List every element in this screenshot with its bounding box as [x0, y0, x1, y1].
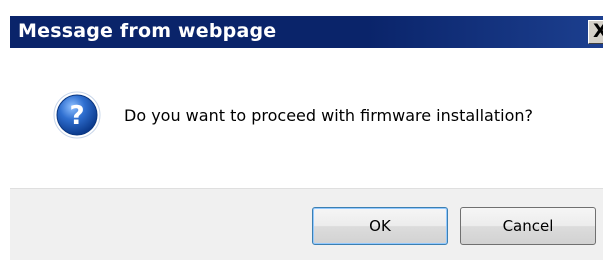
button-bar: OK Cancel: [10, 188, 603, 260]
window-title: Message from webpage: [18, 20, 277, 42]
svg-text:?: ?: [69, 101, 84, 131]
dialog-content: ? Do you want to proceed with firmware i…: [10, 48, 603, 188]
title-bar[interactable]: Message from webpage X: [10, 16, 603, 48]
close-button[interactable]: X: [588, 20, 603, 44]
close-icon: X: [593, 20, 603, 42]
dialog-message: Do you want to proceed with firmware ins…: [124, 106, 533, 125]
cancel-button[interactable]: Cancel: [460, 207, 596, 245]
message-dialog: Message from webpage X ? Do you want to …: [0, 0, 603, 260]
left-edge: [0, 0, 10, 260]
question-icon: ?: [53, 91, 101, 139]
ok-button[interactable]: OK: [312, 207, 448, 245]
